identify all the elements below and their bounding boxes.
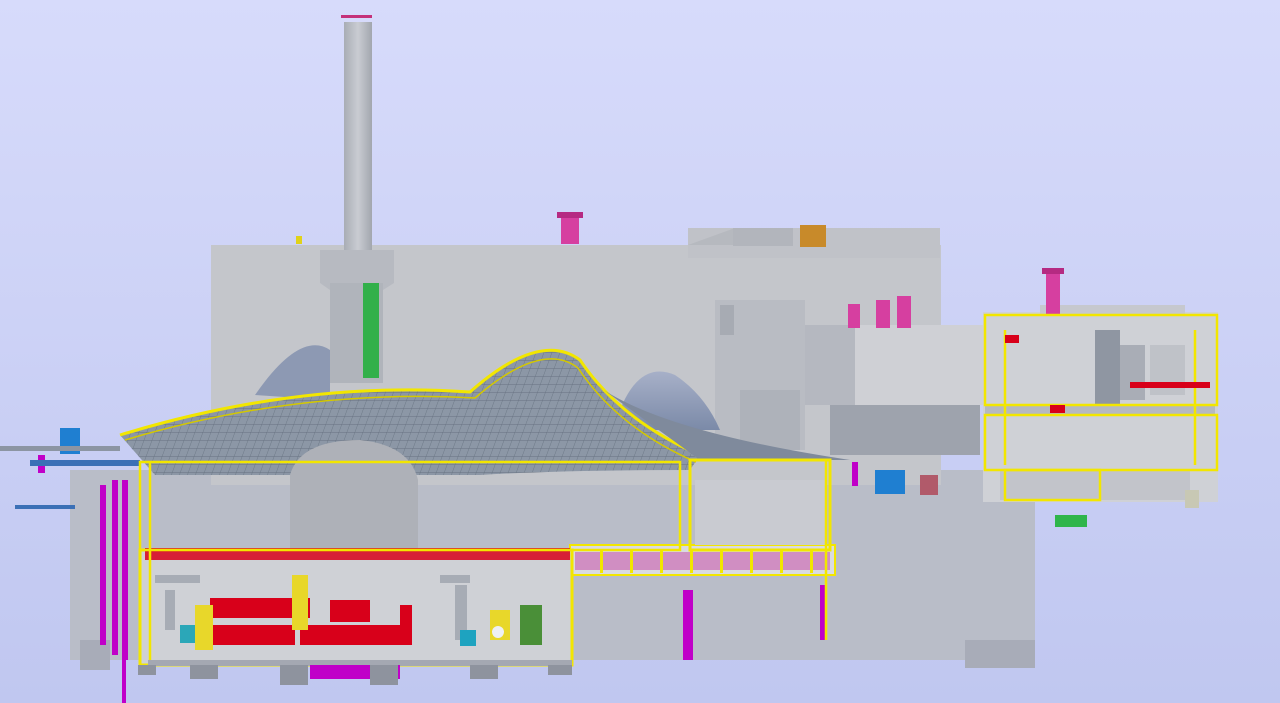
model-scene[interactable] (0, 0, 1280, 703)
basement-equipment-room[interactable] (138, 548, 574, 667)
chimney-stack[interactable] (320, 15, 394, 383)
green-riser-pipe (363, 283, 379, 378)
3d-model-viewport[interactable] (0, 0, 1280, 703)
